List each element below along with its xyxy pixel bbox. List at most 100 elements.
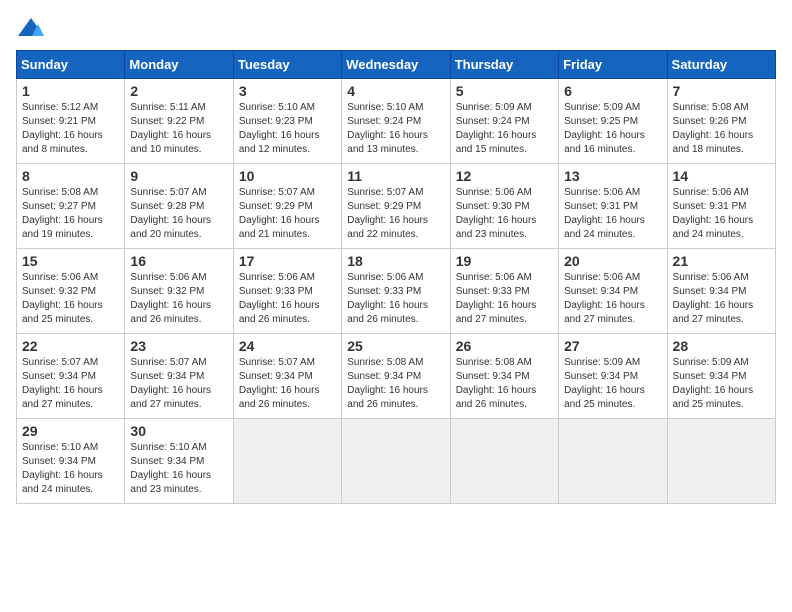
day-number: 10: [239, 168, 336, 184]
day-number: 30: [130, 423, 227, 439]
calendar-header-row: SundayMondayTuesdayWednesdayThursdayFrid…: [17, 51, 776, 79]
day-info: Sunrise: 5:07 AMSunset: 9:29 PMDaylight:…: [239, 186, 336, 242]
calendar-cell: 2 Sunrise: 5:11 AMSunset: 9:22 PMDaylight…: [125, 79, 233, 164]
calendar-cell: 25 Sunrise: 5:08 AMSunset: 9:34 PMDayligh…: [342, 334, 450, 419]
day-info: Sunrise: 5:08 AMSunset: 9:34 PMDaylight:…: [456, 356, 553, 412]
day-info: Sunrise: 5:06 AMSunset: 9:32 PMDaylight:…: [22, 271, 119, 327]
day-number: 25: [347, 338, 444, 354]
day-number: 11: [347, 168, 444, 184]
calendar-cell: 23Sunrise: 5:07 AMSunset: 9:34 PMDayligh…: [125, 334, 233, 419]
day-info: Sunrise: 5:10 AMSunset: 9:34 PMDaylight:…: [22, 441, 119, 497]
calendar-cell: 12 Sunrise: 5:06 AMSunset: 9:30 PMDayligh…: [450, 164, 558, 249]
calendar-cell: 26Sunrise: 5:08 AMSunset: 9:34 PMDayligh…: [450, 334, 558, 419]
calendar-cell: 27 Sunrise: 5:09 AMSunset: 9:34 PMDayligh…: [559, 334, 667, 419]
day-number: 18: [347, 253, 444, 269]
day-info: Sunrise: 5:06 AMSunset: 9:31 PMDaylight:…: [564, 186, 661, 242]
calendar-cell: [667, 419, 775, 504]
calendar-cell: 1Sunrise: 5:12 AMSunset: 9:21 PMDaylight…: [17, 79, 125, 164]
day-number: 22: [22, 338, 119, 354]
calendar-cell: 6 Sunrise: 5:09 AMSunset: 9:25 PMDaylight…: [559, 79, 667, 164]
logo-icon: [16, 16, 46, 40]
day-info: Sunrise: 5:09 AMSunset: 9:25 PMDaylight:…: [564, 101, 661, 157]
logo: [16, 16, 50, 40]
calendar-cell: [342, 419, 450, 504]
day-info: Sunrise: 5:06 AMSunset: 9:34 PMDaylight:…: [564, 271, 661, 327]
week-row-4: 22 Sunrise: 5:07 AMSunset: 9:34 PMDayligh…: [17, 334, 776, 419]
calendar-cell: 10 Sunrise: 5:07 AMSunset: 9:29 PMDayligh…: [233, 164, 341, 249]
day-info: Sunrise: 5:10 AMSunset: 9:23 PMDaylight:…: [239, 101, 336, 157]
calendar-cell: [233, 419, 341, 504]
day-number: 16: [130, 253, 227, 269]
day-info: Sunrise: 5:06 AMSunset: 9:34 PMDaylight:…: [673, 271, 770, 327]
day-number: 7: [673, 83, 770, 99]
day-number: 5: [456, 83, 553, 99]
day-number: 17: [239, 253, 336, 269]
day-info: Sunrise: 5:07 AMSunset: 9:29 PMDaylight:…: [347, 186, 444, 242]
day-number: 9: [130, 168, 227, 184]
calendar-cell: 7 Sunrise: 5:08 AMSunset: 9:26 PMDaylight…: [667, 79, 775, 164]
day-number: 20: [564, 253, 661, 269]
day-info: Sunrise: 5:06 AMSunset: 9:32 PMDaylight:…: [130, 271, 227, 327]
day-number: 2: [130, 83, 227, 99]
day-number: 6: [564, 83, 661, 99]
day-info: Sunrise: 5:10 AMSunset: 9:24 PMDaylight:…: [347, 101, 444, 157]
week-row-1: 1Sunrise: 5:12 AMSunset: 9:21 PMDaylight…: [17, 79, 776, 164]
calendar-table: SundayMondayTuesdayWednesdayThursdayFrid…: [16, 50, 776, 504]
calendar-cell: 29 Sunrise: 5:10 AMSunset: 9:34 PMDayligh…: [17, 419, 125, 504]
day-info: Sunrise: 5:11 AMSunset: 9:22 PMDaylight:…: [130, 101, 227, 157]
day-info: Sunrise: 5:07 AMSunset: 9:34 PMDaylight:…: [22, 356, 119, 412]
calendar-cell: 19 Sunrise: 5:06 AMSunset: 9:33 PMDayligh…: [450, 249, 558, 334]
day-number: 12: [456, 168, 553, 184]
day-info: Sunrise: 5:10 AMSunset: 9:34 PMDaylight:…: [130, 441, 227, 497]
day-number: 24: [239, 338, 336, 354]
calendar-cell: 8 Sunrise: 5:08 AMSunset: 9:27 PMDaylight…: [17, 164, 125, 249]
column-header-tuesday: Tuesday: [233, 51, 341, 79]
day-info: Sunrise: 5:06 AMSunset: 9:30 PMDaylight:…: [456, 186, 553, 242]
calendar-cell: 30 Sunrise: 5:10 AMSunset: 9:34 PMDayligh…: [125, 419, 233, 504]
day-info: Sunrise: 5:08 AMSunset: 9:27 PMDaylight:…: [22, 186, 119, 242]
week-row-5: 29 Sunrise: 5:10 AMSunset: 9:34 PMDayligh…: [17, 419, 776, 504]
day-number: 27: [564, 338, 661, 354]
day-info: Sunrise: 5:08 AMSunset: 9:26 PMDaylight:…: [673, 101, 770, 157]
calendar-cell: 22 Sunrise: 5:07 AMSunset: 9:34 PMDayligh…: [17, 334, 125, 419]
calendar-cell: [450, 419, 558, 504]
calendar-cell: 21Sunrise: 5:06 AMSunset: 9:34 PMDayligh…: [667, 249, 775, 334]
day-info: Sunrise: 5:06 AMSunset: 9:33 PMDaylight:…: [239, 271, 336, 327]
calendar-cell: 13 Sunrise: 5:06 AMSunset: 9:31 PMDayligh…: [559, 164, 667, 249]
day-info: Sunrise: 5:07 AMSunset: 9:34 PMDaylight:…: [239, 356, 336, 412]
calendar-cell: [559, 419, 667, 504]
day-number: 29: [22, 423, 119, 439]
day-number: 8: [22, 168, 119, 184]
day-number: 14: [673, 168, 770, 184]
calendar-cell: 24 Sunrise: 5:07 AMSunset: 9:34 PMDayligh…: [233, 334, 341, 419]
day-number: 13: [564, 168, 661, 184]
day-info: Sunrise: 5:09 AMSunset: 9:24 PMDaylight:…: [456, 101, 553, 157]
day-number: 15: [22, 253, 119, 269]
day-info: Sunrise: 5:06 AMSunset: 9:31 PMDaylight:…: [673, 186, 770, 242]
column-header-wednesday: Wednesday: [342, 51, 450, 79]
day-info: Sunrise: 5:06 AMSunset: 9:33 PMDaylight:…: [456, 271, 553, 327]
day-info: Sunrise: 5:08 AMSunset: 9:34 PMDaylight:…: [347, 356, 444, 412]
day-info: Sunrise: 5:06 AMSunset: 9:33 PMDaylight:…: [347, 271, 444, 327]
day-number: 4: [347, 83, 444, 99]
column-header-thursday: Thursday: [450, 51, 558, 79]
header: [16, 16, 776, 40]
day-number: 19: [456, 253, 553, 269]
calendar-cell: 4 Sunrise: 5:10 AMSunset: 9:24 PMDaylight…: [342, 79, 450, 164]
column-header-monday: Monday: [125, 51, 233, 79]
day-info: Sunrise: 5:12 AMSunset: 9:21 PMDaylight:…: [22, 101, 119, 157]
calendar-cell: 11 Sunrise: 5:07 AMSunset: 9:29 PMDayligh…: [342, 164, 450, 249]
calendar-cell: 15 Sunrise: 5:06 AMSunset: 9:32 PMDayligh…: [17, 249, 125, 334]
week-row-3: 15 Sunrise: 5:06 AMSunset: 9:32 PMDayligh…: [17, 249, 776, 334]
week-row-2: 8 Sunrise: 5:08 AMSunset: 9:27 PMDaylight…: [17, 164, 776, 249]
calendar-cell: 28Sunrise: 5:09 AMSunset: 9:34 PMDayligh…: [667, 334, 775, 419]
calendar-cell: 17 Sunrise: 5:06 AMSunset: 9:33 PMDayligh…: [233, 249, 341, 334]
day-info: Sunrise: 5:09 AMSunset: 9:34 PMDaylight:…: [564, 356, 661, 412]
calendar-body: 1Sunrise: 5:12 AMSunset: 9:21 PMDaylight…: [17, 79, 776, 504]
calendar-cell: 20 Sunrise: 5:06 AMSunset: 9:34 PMDayligh…: [559, 249, 667, 334]
day-info: Sunrise: 5:07 AMSunset: 9:34 PMDaylight:…: [130, 356, 227, 412]
day-info: Sunrise: 5:07 AMSunset: 9:28 PMDaylight:…: [130, 186, 227, 242]
calendar-cell: 16 Sunrise: 5:06 AMSunset: 9:32 PMDayligh…: [125, 249, 233, 334]
calendar-cell: 18 Sunrise: 5:06 AMSunset: 9:33 PMDayligh…: [342, 249, 450, 334]
day-number: 3: [239, 83, 336, 99]
